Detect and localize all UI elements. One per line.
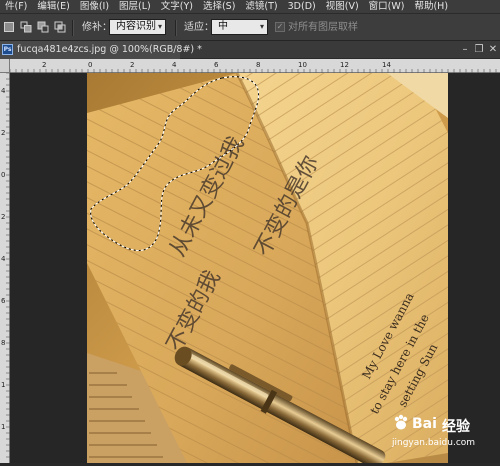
menu-edit[interactable]: 编辑(E) — [32, 0, 74, 13]
new-selection-icon[interactable] — [3, 21, 15, 33]
ruler-label: 4 — [172, 61, 177, 69]
photoshop-file-icon: Ps — [2, 44, 13, 55]
add-selection-icon[interactable] — [20, 21, 32, 33]
document-tab-bar: Ps fucqa481e4zcs.jpg @ 100%(RGB/8#) * – … — [0, 41, 500, 59]
horizontal-ruler[interactable]: 2 0 2 4 6 8 10 12 14 — [9, 59, 500, 73]
document-title: fucqa481e4zcs.jpg @ 100%(RGB/8#) * — [17, 44, 202, 55]
menu-help[interactable]: 帮助(H) — [409, 0, 453, 13]
ruler-label: 12 — [340, 61, 349, 69]
watermark-url: jingyan.baidu.com — [392, 438, 476, 448]
baidu-paw-icon — [394, 414, 408, 430]
close-icon[interactable]: ✕ — [487, 44, 499, 56]
horizontal-ruler-ticks: 2 0 2 4 6 8 10 12 14 — [9, 61, 497, 73]
menu-view[interactable]: 视图(V) — [321, 0, 364, 13]
vertical-ruler-ticks: 4202468111 — [1, 72, 10, 466]
adapt-value: 中 — [218, 21, 228, 32]
ruler-label: 8 — [1, 339, 5, 347]
sample-all-layers-label: 对所有图层取样 — [288, 22, 358, 33]
menu-3d[interactable]: 3D(D) — [283, 0, 321, 13]
menu-image[interactable]: 图像(I) — [75, 0, 114, 13]
menu-layer[interactable]: 图层(L) — [114, 0, 156, 13]
ruler-label: 0 — [88, 61, 92, 69]
ruler-label: 2 — [130, 61, 134, 69]
subtract-selection-icon[interactable] — [37, 21, 49, 33]
watermark-brand: Bai — [412, 416, 437, 432]
ruler-label: 10 — [298, 61, 307, 69]
adapt-select[interactable]: 中 ▾ — [211, 19, 268, 35]
ruler-label: 14 — [382, 61, 391, 69]
menu-bar: 件(F) 编辑(E) 图像(I) 图层(L) 文字(Y) 选择(S) 滤镜(T)… — [0, 0, 500, 13]
menu-filter[interactable]: 滤镜(T) — [240, 0, 282, 13]
menu-file[interactable]: 件(F) — [0, 0, 32, 13]
patch-mode-value: 内容识别 — [116, 21, 156, 32]
ruler-label: 8 — [256, 61, 260, 69]
chevron-down-icon: ▾ — [157, 22, 162, 31]
minimize-icon[interactable]: – — [459, 44, 471, 56]
sample-all-layers-checkbox[interactable]: ✓ — [275, 22, 285, 32]
watermark-brand-cn: 经验 — [442, 419, 470, 435]
restore-icon[interactable]: ❐ — [473, 44, 485, 56]
menu-select[interactable]: 选择(S) — [198, 0, 240, 13]
options-divider — [175, 20, 177, 36]
photo-canvas: 从未又变过我 不变的是你 不变的我 My Love wanna to stay … — [87, 73, 448, 463]
intersect-selection-icon[interactable] — [54, 21, 66, 33]
tool-options-bar: 修补： 内容识别 ▾ 适应： 中 ▾ ✓ 对所有图层取样 — [0, 13, 500, 41]
patch-label: 修补： — [82, 22, 112, 33]
options-divider — [72, 20, 74, 36]
ruler-label: 4 — [1, 87, 6, 95]
vertical-ruler[interactable]: 4202468111 — [0, 72, 10, 466]
ruler-label: 2 — [1, 213, 5, 221]
chevron-down-icon: ▾ — [259, 22, 264, 31]
ruler-origin[interactable] — [0, 59, 10, 73]
ruler-label: 6 — [214, 61, 219, 69]
ruler-label: 4 — [1, 255, 6, 263]
patch-mode-select[interactable]: 内容识别 ▾ — [109, 19, 166, 35]
adapt-label: 适应： — [184, 22, 214, 33]
ruler-label: 1 — [1, 423, 5, 431]
menu-type[interactable]: 文字(Y) — [156, 0, 198, 13]
menu-window[interactable]: 窗口(W) — [364, 0, 410, 13]
ruler-label: 6 — [1, 297, 6, 305]
baidu-watermark: Bai 经验 jingyan.baidu.com — [392, 412, 492, 456]
ruler-label: 2 — [42, 61, 46, 69]
document-image[interactable]: 从未又变过我 不变的是你 不变的我 My Love wanna to stay … — [87, 73, 448, 463]
ruler-label: 1 — [1, 381, 5, 389]
document-tab[interactable]: Ps fucqa481e4zcs.jpg @ 100%(RGB/8#) * — [0, 41, 202, 59]
ruler-label: 0 — [1, 171, 5, 179]
ruler-label: 2 — [1, 129, 5, 137]
